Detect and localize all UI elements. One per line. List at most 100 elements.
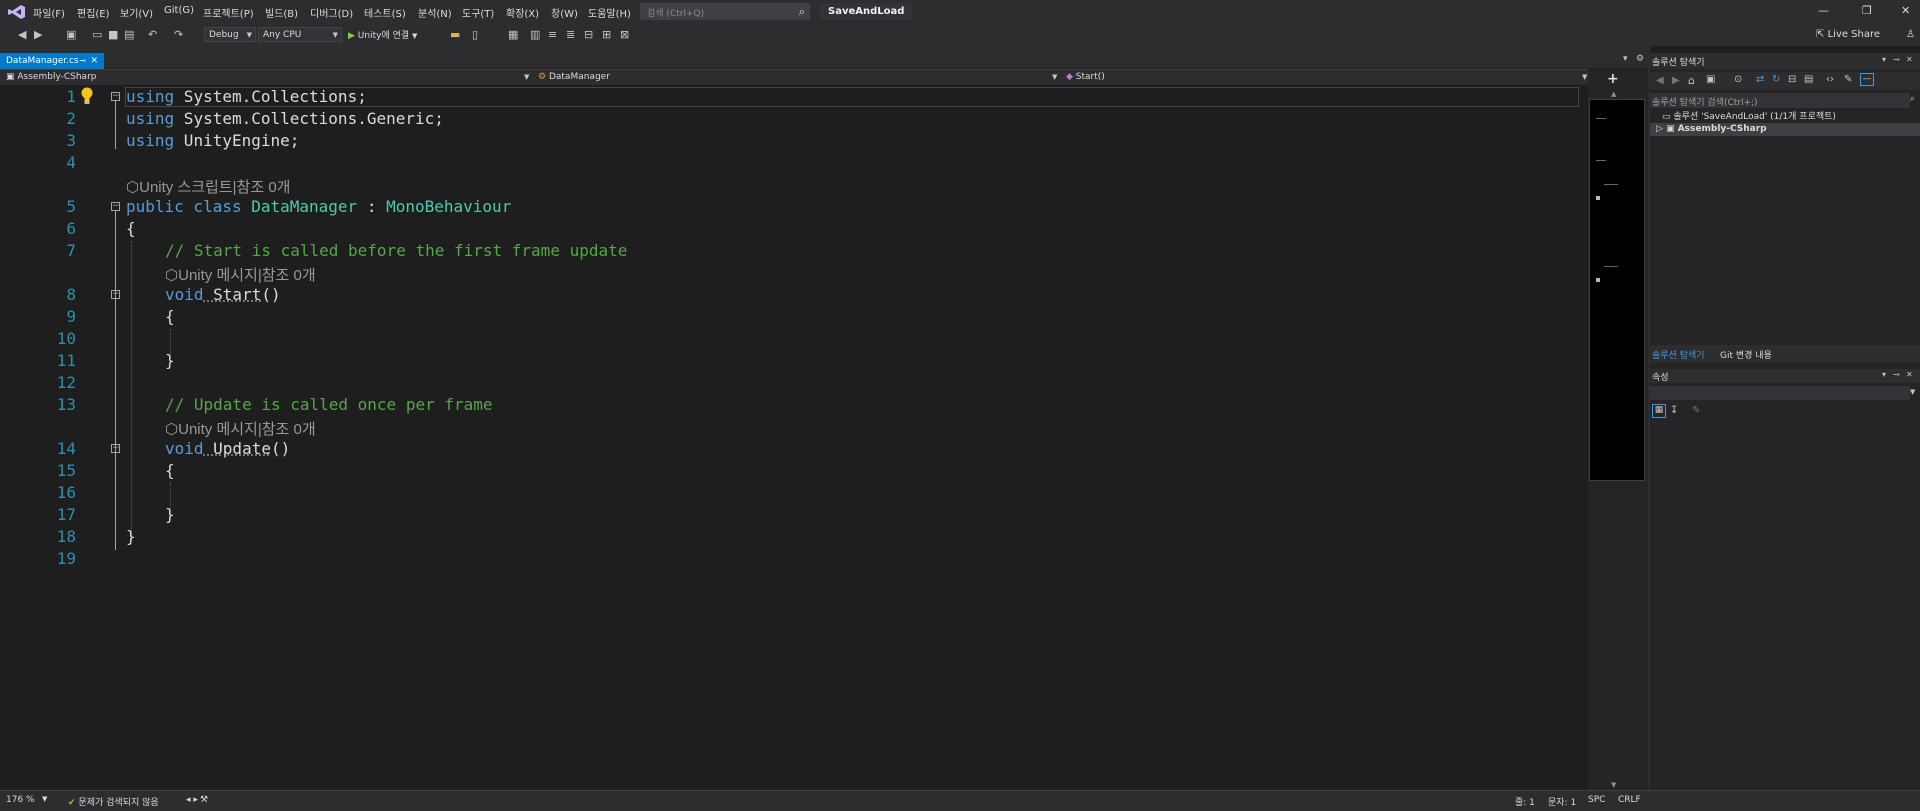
folder-icon[interactable]: ▬ — [450, 28, 460, 41]
close-icon[interactable]: ✕ — [1906, 55, 1913, 64]
close-icon[interactable]: ✕ — [1901, 4, 1910, 17]
back-icon[interactable]: ◀ — [1656, 75, 1664, 86]
class-dropdown[interactable]: ⚙ DataManager — [538, 72, 610, 82]
tab-solution-explorer[interactable]: 솔루션 탐색기 — [1652, 348, 1705, 361]
tab-datamanager[interactable]: DataManager.cs ⊸ ✕ — [0, 53, 104, 69]
solution-search-input[interactable]: 솔루션 탐색기 검색(Ctrl+;) — [1650, 93, 1910, 108]
collapse-toggle[interactable]: − — [111, 202, 120, 211]
properties-object-select[interactable] — [1650, 386, 1910, 400]
undo-icon[interactable]: ↶ — [148, 28, 157, 41]
save-all-icon[interactable]: ▤ — [124, 28, 134, 41]
collapse-toggle[interactable]: − — [111, 444, 120, 453]
properties-wrench-icon[interactable]: ✎ — [1844, 74, 1852, 85]
chevron-down-icon[interactable]: ▼ — [42, 795, 47, 803]
close-icon[interactable]: ✕ — [1906, 370, 1913, 379]
menu-analyze[interactable]: 분석(N) — [418, 5, 452, 20]
menu-help[interactable]: 도움말(H) — [588, 5, 631, 20]
redo-icon[interactable]: ↷ — [174, 28, 183, 41]
forward-icon[interactable]: ▶ — [34, 28, 42, 41]
show-all-files-icon[interactable]: ▤ — [1804, 74, 1813, 85]
outdent-icon[interactable]: ≣ — [566, 28, 575, 41]
attach-unity-button[interactable]: ▶ Unity에 연결 ▼ — [348, 28, 417, 41]
zoom-level[interactable]: 176 % — [6, 795, 35, 805]
tab-list-dropdown-icon[interactable]: ▾ — [1623, 54, 1628, 64]
menu-debug[interactable]: 디버그(D) — [310, 5, 353, 20]
codelens-update[interactable]: ⬡Unity 메시지|참조 0개 — [165, 418, 316, 439]
pending-changes-icon[interactable]: ⊙ — [1734, 74, 1742, 85]
line-ending-indicator[interactable]: CRLF — [1618, 795, 1641, 805]
refresh-icon[interactable]: ↻ — [1772, 74, 1780, 85]
config-select[interactable]: Debug ▼ — [204, 27, 256, 42]
codelens-start[interactable]: ⬡Unity 메시지|참조 0개 — [165, 264, 316, 285]
split-add-icon[interactable]: + — [1607, 71, 1619, 87]
new-project-icon[interactable]: ▣ — [66, 28, 76, 41]
categorized-icon[interactable]: ▦ — [1652, 404, 1666, 418]
home-icon[interactable]: ⌂ — [1688, 74, 1695, 87]
chevron-down-icon[interactable]: ▼ — [524, 73, 529, 81]
open-folder-icon[interactable]: ▭ — [92, 28, 102, 41]
sync-icon[interactable]: ⇄ — [1756, 74, 1764, 85]
nav-back-forward-icon[interactable]: ◂ ▸ — [186, 795, 198, 805]
collapse-toggle[interactable]: − — [111, 92, 120, 101]
chevron-down-icon[interactable]: ▼ — [1052, 73, 1057, 81]
whitespace-indicator[interactable]: SPC — [1588, 795, 1605, 805]
preview-icon[interactable]: — — [1860, 73, 1874, 86]
menu-window[interactable]: 창(W) — [551, 5, 578, 20]
chevron-down-icon[interactable]: ▾ — [1882, 370, 1886, 379]
alphabetical-icon[interactable]: ↧ — [1670, 405, 1678, 416]
search-input[interactable]: 검색 (Ctrl+Q) ⌕ — [640, 3, 810, 20]
pin-icon[interactable]: ⊸ — [1893, 370, 1900, 379]
collapse-all-icon[interactable]: ⊟ — [1788, 74, 1796, 85]
scroll-down-icon[interactable]: ▼ — [1611, 781, 1616, 789]
menu-test[interactable]: 테스트(S) — [364, 5, 406, 20]
indent-icon[interactable]: ≡ — [548, 28, 557, 41]
feedback-icon[interactable]: ♙ — [1906, 29, 1915, 40]
solution-node[interactable]: ▭ 솔루션 'SaveAndLoad' (1/1개 프로젝트) — [1662, 109, 1836, 122]
pin-icon[interactable]: ⊸ — [79, 53, 86, 69]
menu-extensions[interactable]: 확장(X) — [506, 5, 539, 20]
view-icon[interactable]: ▯ — [472, 28, 478, 41]
save-icon[interactable]: ■ — [108, 28, 118, 41]
menu-edit[interactable]: 편집(E) — [77, 5, 110, 20]
project-dropdown[interactable]: ▣ Assembly-CSharp — [6, 72, 97, 82]
format-icon[interactable]: ▥ — [530, 28, 540, 41]
close-tab-icon[interactable]: ✕ — [90, 53, 98, 69]
forward-icon[interactable]: ▶ — [1672, 75, 1680, 86]
comment-icon[interactable]: ▦ — [508, 28, 518, 41]
char-indicator[interactable]: 문자: 1 — [1548, 795, 1576, 808]
codelens-class[interactable]: ⬡Unity 스크립트|참조 0개 — [126, 176, 290, 197]
back-icon[interactable]: ◀ — [18, 28, 26, 41]
platform-select[interactable]: Any CPU ▼ — [258, 27, 342, 42]
visual-studio-logo-icon[interactable] — [8, 4, 26, 20]
member-dropdown[interactable]: ◆ Start() — [1066, 72, 1105, 82]
collapse-toggle[interactable]: − — [111, 290, 120, 299]
health-icon[interactable]: ⚒ — [200, 795, 208, 805]
restore-icon[interactable]: ❐ — [1862, 4, 1872, 17]
settings-icon[interactable]: ⚙ — [1636, 54, 1644, 64]
issues-indicator[interactable]: ✔ 문제가 검색되지 않음 — [68, 795, 159, 808]
bookmark-next-icon[interactable]: ⊠ — [620, 28, 629, 41]
search-icon[interactable]: ⌕ — [1910, 94, 1915, 104]
bookmark-icon[interactable]: ⊟ — [584, 28, 593, 41]
menu-tools[interactable]: 도구(T) — [462, 5, 494, 20]
expand-arrow-icon[interactable]: ▷ — [1656, 124, 1663, 134]
menu-file[interactable]: 파일(F) — [33, 5, 65, 20]
lightbulb-icon[interactable] — [80, 87, 94, 105]
minimize-icon[interactable]: — — [1818, 4, 1829, 17]
chevron-down-icon[interactable]: ▼ — [1910, 388, 1915, 396]
pin-icon[interactable]: ⊸ — [1893, 55, 1900, 64]
line-indicator[interactable]: 줄: 1 — [1515, 795, 1535, 808]
menu-build[interactable]: 빌드(B) — [265, 5, 298, 20]
chevron-down-icon[interactable]: ▼ — [1582, 73, 1587, 81]
tab-git-changes[interactable]: Git 변경 내용 — [1720, 348, 1772, 361]
menu-view[interactable]: 보기(V) — [120, 5, 153, 20]
scroll-up-icon[interactable]: ▲ — [1611, 90, 1616, 98]
project-node[interactable]: ▷ ▣ Assembly-CSharp — [1656, 124, 1767, 134]
menu-git[interactable]: Git(G) — [164, 5, 194, 16]
menu-project[interactable]: 프로젝트(P) — [203, 5, 254, 20]
live-share-button[interactable]: ⇱ Live Share — [1816, 29, 1880, 40]
code-view-icon[interactable]: ‹› — [1826, 74, 1834, 85]
scrollbar-map-viewport[interactable] — [1589, 99, 1645, 481]
chevron-down-icon[interactable]: ▾ — [1882, 55, 1886, 64]
switch-view-icon[interactable]: ▣ — [1706, 74, 1715, 85]
